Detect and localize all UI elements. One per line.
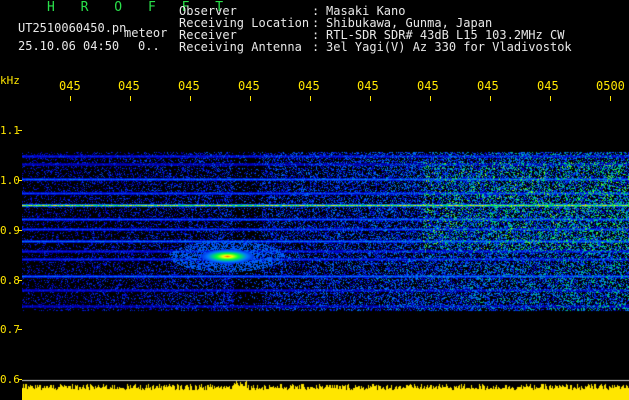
spectrogram-plot: [22, 101, 629, 400]
x-tick-label: 045: [298, 79, 320, 93]
x-tick-label: 045: [118, 79, 140, 93]
x-tick-label: 045: [357, 79, 379, 93]
count-readout: 0..: [138, 39, 160, 53]
hrofft-spectrogram-screen: H R O F F T UT2510060450.pn meteor 25.10…: [0, 0, 629, 400]
x-tick-label: 045: [417, 79, 439, 93]
y-tick-label: 0.6: [0, 373, 20, 386]
x-tick-label: 045: [59, 79, 81, 93]
y-tick-label: 0.7: [0, 323, 20, 336]
antenna-separator: :: [312, 40, 320, 54]
y-tick-label: 1.0: [0, 174, 20, 187]
x-tick-label: 045: [178, 79, 200, 93]
y-axis-unit: kHz: [0, 74, 20, 87]
x-tick-label: 045: [477, 79, 499, 93]
mode-label: meteor: [124, 26, 168, 40]
antenna-value: 3el Yagi(V) Az 330 for Vladivostok: [326, 40, 572, 54]
antenna-label: Receiving Antenna: [179, 40, 302, 54]
y-tick-label: 1.1: [0, 124, 20, 137]
x-tick-label: 045: [537, 79, 559, 93]
x-tick-label: 0500: [596, 79, 625, 93]
timestamp: 25.10.06 04:50: [18, 39, 120, 53]
x-tick-label: 045: [238, 79, 260, 93]
y-tick-label: 0.8: [0, 274, 20, 287]
y-tick-label: 0.9: [0, 224, 20, 237]
image-filename: UT2510060450.pn: [18, 21, 127, 35]
